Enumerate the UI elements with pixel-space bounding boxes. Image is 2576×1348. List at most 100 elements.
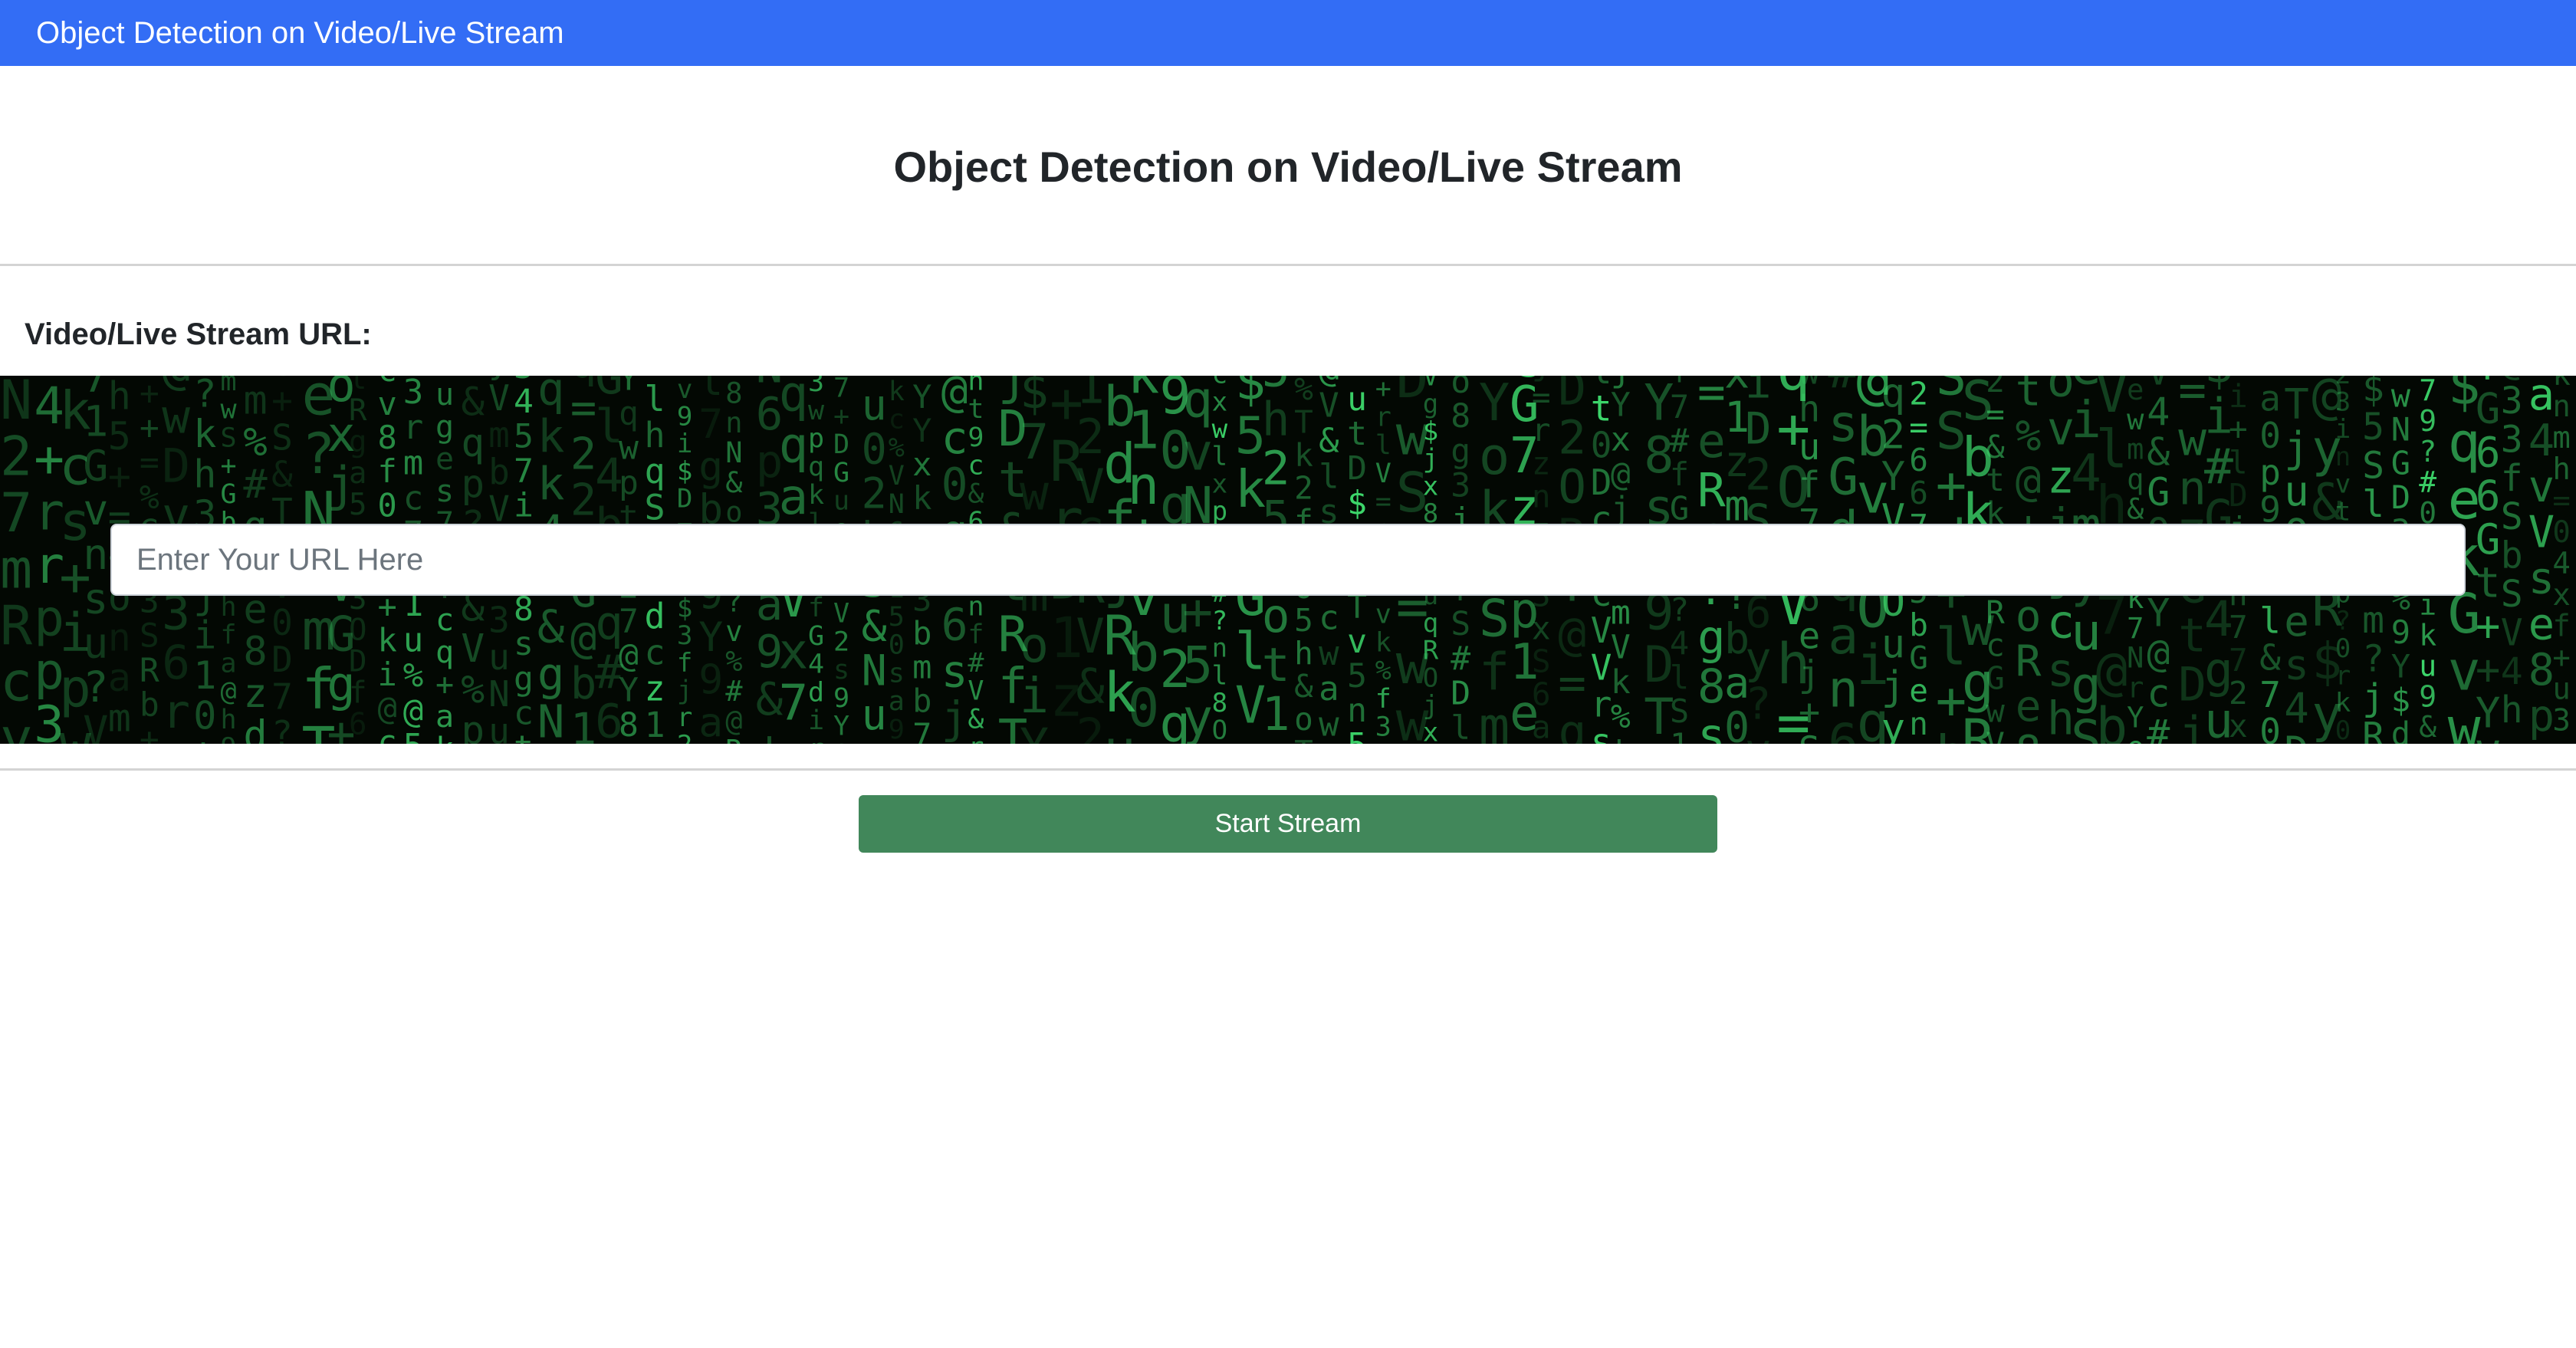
svg-text:a: a (2259, 378, 2281, 419)
svg-text:1: 1 (1128, 400, 1160, 462)
svg-text:V: V (1986, 726, 2005, 744)
svg-text:e: e (1799, 616, 1820, 658)
svg-text:d: d (243, 712, 267, 744)
svg-text:b: b (488, 451, 510, 492)
svg-text:0: 0 (2259, 415, 2281, 456)
svg-text:2: 2 (1909, 376, 1928, 413)
svg-text:G: G (808, 621, 824, 652)
svg-text:c: c (435, 603, 454, 638)
svg-text:@: @ (570, 613, 596, 663)
svg-text:x: x (1212, 386, 1227, 417)
svg-text:=: = (1375, 487, 1392, 518)
svg-text:u: u (488, 636, 510, 678)
svg-text:7: 7 (2419, 376, 2436, 407)
svg-text:z: z (108, 736, 131, 744)
svg-text:a: a (108, 656, 131, 700)
svg-text:w: w (162, 390, 190, 445)
svg-text:2: 2 (2229, 675, 2248, 712)
svg-text:d: d (645, 596, 665, 636)
svg-text:+: + (1375, 376, 1392, 405)
svg-text:t: t (193, 734, 216, 744)
svg-text:Y: Y (2419, 741, 2436, 744)
svg-text:x: x (2229, 708, 2248, 744)
svg-text:$: $ (2391, 681, 2410, 718)
svg-text:O: O (1212, 715, 1227, 744)
svg-text:7: 7 (1020, 414, 1049, 470)
svg-text:8: 8 (1451, 397, 1470, 436)
svg-text:V: V (1319, 386, 1339, 426)
svg-text:V: V (83, 707, 108, 744)
svg-text:2: 2 (833, 626, 849, 657)
svg-text:8: 8 (1212, 688, 1227, 718)
svg-text:j: j (1423, 690, 1438, 721)
svg-text:9: 9 (221, 733, 237, 744)
svg-text:n: n (1128, 455, 1160, 517)
svg-text:h: h (193, 452, 216, 497)
svg-text:k: k (537, 410, 565, 463)
url-input[interactable] (110, 524, 2466, 596)
svg-text:m: m (488, 414, 510, 455)
svg-text:%: % (725, 645, 742, 678)
svg-text:e: e (1697, 414, 1726, 469)
svg-text:w: w (2178, 412, 2206, 466)
svg-text:Y: Y (1020, 718, 1049, 744)
svg-text:1: 1 (1670, 726, 1689, 744)
svg-text:4: 4 (1670, 625, 1689, 662)
svg-text:v: v (1375, 600, 1392, 630)
svg-text:a: a (435, 699, 454, 735)
svg-text:j: j (1611, 490, 1631, 528)
svg-text:G: G (1909, 639, 1928, 676)
svg-text:5: 5 (2362, 406, 2384, 449)
svg-text:7: 7 (0, 482, 32, 544)
svg-text:c: c (1986, 627, 2005, 664)
svg-text:8: 8 (514, 590, 534, 629)
svg-text:4: 4 (2552, 547, 2570, 581)
svg-text:l: l (2362, 483, 2384, 526)
svg-text:w: w (808, 396, 825, 426)
svg-text:N: N (889, 489, 905, 520)
svg-text:c: c (2147, 672, 2170, 716)
svg-text:t: t (2016, 376, 2042, 416)
svg-text:r: r (403, 408, 424, 447)
svg-text:p: p (2259, 452, 2281, 493)
svg-text:0: 0 (941, 459, 968, 511)
svg-text:a: a (698, 699, 723, 744)
svg-text:i: i (2229, 378, 2248, 415)
svg-text:v: v (1347, 623, 1367, 661)
svg-text:u: u (1799, 426, 1820, 469)
svg-text:j: j (677, 676, 692, 706)
svg-text:q: q (645, 451, 665, 492)
svg-text:f: f (221, 620, 237, 651)
svg-text:g: g (1423, 389, 1438, 419)
svg-text:5: 5 (349, 488, 366, 522)
svg-text:8: 8 (378, 419, 397, 456)
svg-text:S: S (2362, 445, 2384, 488)
svg-text:D: D (271, 639, 293, 680)
svg-text:0: 0 (862, 425, 887, 474)
svg-text:9: 9 (833, 683, 849, 714)
svg-text:g: g (349, 425, 366, 459)
svg-text:O: O (2335, 743, 2351, 744)
navbar-brand[interactable]: Object Detection on Video/Live Stream (36, 16, 564, 51)
svg-text:8: 8 (2016, 727, 2042, 744)
start-stream-button[interactable]: Start Stream (859, 795, 1717, 853)
svg-text:7: 7 (619, 741, 639, 744)
svg-text:m: m (0, 538, 32, 601)
svg-text:2: 2 (1262, 442, 1290, 496)
svg-text:@: @ (221, 676, 237, 707)
svg-text:+: + (140, 721, 159, 744)
svg-text:3: 3 (488, 600, 510, 641)
svg-text:7: 7 (2229, 609, 2248, 646)
svg-text:=: = (1558, 656, 1586, 711)
svg-text:g: g (779, 727, 809, 744)
svg-text:z: z (1532, 445, 1551, 482)
svg-text:4: 4 (349, 739, 366, 745)
svg-text:j: j (941, 692, 968, 744)
svg-text:?: ? (2335, 606, 2351, 636)
svg-text:+: + (221, 451, 237, 482)
svg-text:$: $ (677, 593, 692, 623)
svg-text:3: 3 (1375, 712, 1392, 743)
svg-text:0: 0 (193, 694, 216, 738)
svg-text:N: N (488, 673, 510, 715)
svg-text:d: d (2391, 715, 2410, 745)
